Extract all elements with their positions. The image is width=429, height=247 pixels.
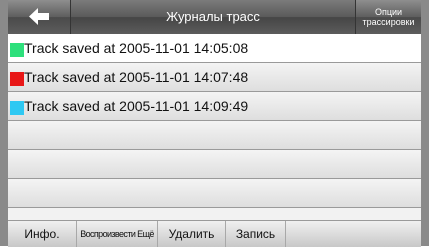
empty-row	[8, 121, 421, 150]
track-color-swatch	[10, 101, 24, 115]
track-options-button[interactable]: Опции трассировки	[355, 0, 421, 34]
record-button[interactable]: Запись	[226, 221, 286, 247]
back-arrow-icon	[29, 8, 49, 25]
track-label: Track saved at 2005-11-01 14:09:49	[24, 98, 249, 114]
track-color-swatch	[10, 43, 24, 57]
empty-row	[8, 150, 421, 179]
track-label: Track saved at 2005-11-01 14:07:48	[24, 69, 249, 85]
options-label-line1: Опции	[374, 7, 403, 17]
track-row[interactable]: Track saved at 2005-11-01 14:07:48	[8, 63, 421, 92]
delete-button[interactable]: Удалить	[158, 221, 226, 247]
back-button[interactable]	[8, 0, 71, 34]
page-title: Журналы трасс	[166, 9, 260, 24]
track-row[interactable]: Track saved at 2005-11-01 14:09:49	[8, 92, 421, 121]
empty-row	[8, 179, 421, 208]
track-list: Track saved at 2005-11-01 14:05:08 Track…	[8, 34, 421, 208]
info-button[interactable]: Инфо.	[8, 221, 77, 247]
replay-more-button[interactable]: Воспроизвести Ещё	[77, 221, 158, 247]
track-row[interactable]: Track saved at 2005-11-01 14:05:08	[8, 34, 421, 63]
track-label: Track saved at 2005-11-01 14:05:08	[24, 40, 249, 56]
title-bar: Журналы трасс Опции трассировки	[8, 0, 421, 35]
bottom-toolbar: Инфо. Воспроизвести Ещё Удалить Запись	[8, 220, 421, 247]
track-color-swatch	[10, 72, 24, 86]
options-label-line2: трассировки	[362, 17, 415, 27]
